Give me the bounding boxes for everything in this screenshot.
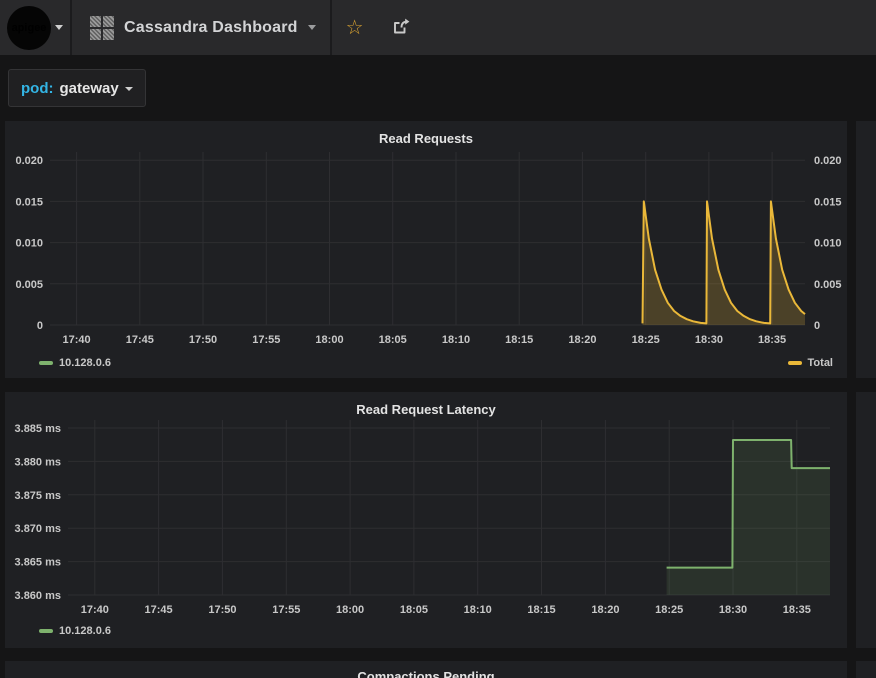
submenu-controls: pod: gateway [0,55,876,117]
chevron-down-icon [308,25,316,30]
svg-text:0: 0 [37,320,43,332]
apigee-logo-text-orange: api [12,22,28,34]
svg-text:18:05: 18:05 [400,604,428,616]
svg-text:18:20: 18:20 [591,604,619,616]
svg-text:18:25: 18:25 [632,334,660,346]
pod-variable-label: pod: [21,80,53,97]
share-icon [392,18,411,38]
navbar: apigee Cassandra Dashboard ☆ [0,0,876,55]
svg-text:0: 0 [814,320,820,332]
svg-text:3.880 ms: 3.880 ms [15,456,61,468]
legend-item[interactable]: 10.128.0.6 [39,357,111,369]
svg-text:17:40: 17:40 [63,334,91,346]
svg-text:0.005: 0.005 [15,279,43,291]
legend-label: Total [808,357,833,369]
svg-text:0.005: 0.005 [814,279,842,291]
chevron-down-icon [55,25,63,30]
svg-text:18:25: 18:25 [655,604,683,616]
star-icon: ☆ [346,18,364,38]
pod-variable-value: gateway [59,80,118,97]
panel-compactions-pending: Compactions Pending [5,661,847,678]
svg-text:18:35: 18:35 [758,334,786,346]
dashboard-title: Cassandra Dashboard [124,19,298,37]
panel-read-requests: Read Requests 17:4017:4517:5017:5518:001… [5,121,847,378]
svg-text:18:10: 18:10 [464,604,492,616]
dashboard-grid-icon [90,16,114,40]
svg-text:18:10: 18:10 [442,334,470,346]
svg-text:17:50: 17:50 [208,604,236,616]
svg-text:17:40: 17:40 [81,604,109,616]
legend-label: 10.128.0.6 [59,357,111,369]
svg-text:0.015: 0.015 [814,196,842,208]
panel-title[interactable]: Compactions Pending [5,661,847,678]
share-dashboard-button[interactable] [378,0,425,55]
svg-text:0.015: 0.015 [15,196,43,208]
adjacent-panel-edge [856,121,876,378]
svg-text:17:45: 17:45 [126,334,154,346]
svg-text:0.010: 0.010 [814,238,842,250]
svg-text:17:45: 17:45 [145,604,173,616]
svg-text:0.020: 0.020 [15,155,43,167]
pod-variable-dropdown[interactable]: pod: gateway [8,69,146,107]
svg-text:18:00: 18:00 [336,604,364,616]
dashboard-picker[interactable]: Cassandra Dashboard [72,0,330,55]
svg-text:0.020: 0.020 [814,155,842,167]
panel-title[interactable]: Read Requests [5,121,847,146]
svg-text:0.010: 0.010 [15,238,43,250]
svg-text:3.875 ms: 3.875 ms [15,490,61,502]
svg-text:17:50: 17:50 [189,334,217,346]
panel-read-request-latency: Read Request Latency 17:40 17:45 17:50 17:5… [5,392,847,648]
legend-item[interactable]: Total [788,357,833,369]
svg-text:18:20: 18:20 [568,334,596,346]
svg-text:3.870 ms: 3.870 ms [15,523,61,535]
svg-text:18:00: 18:00 [315,334,343,346]
svg-text:18:35: 18:35 [783,604,811,616]
favorite-star-button[interactable]: ☆ [332,0,378,55]
chevron-down-icon [125,87,133,91]
svg-text:3.860 ms: 3.860 ms [15,590,61,602]
org-menu[interactable]: apigee [0,0,70,55]
svg-text:18:30: 18:30 [719,604,747,616]
apigee-logo[interactable]: apigee [7,6,51,50]
svg-text:17:55: 17:55 [252,334,280,346]
legend-item[interactable]: 10.128.0.6 [39,625,111,637]
read-request-latency-chart[interactable]: 17:40 17:45 17:50 17:55 18:00 18:05 18:10 18:15… [5,392,847,648]
svg-text:18:05: 18:05 [379,334,407,346]
panel-title[interactable]: Read Request Latency [5,392,847,417]
svg-text:18:30: 18:30 [695,334,723,346]
grafana-dashboard-screen: apigee Cassandra Dashboard ☆ [0,0,876,678]
adjacent-panel-edge [856,661,876,678]
svg-text:3.865 ms: 3.865 ms [15,557,61,569]
svg-text:18:15: 18:15 [527,604,555,616]
svg-text:18:15: 18:15 [505,334,533,346]
adjacent-panel-edge [856,392,876,648]
svg-text:17:55: 17:55 [272,604,300,616]
apigee-logo-text-gray: gee [27,22,46,34]
svg-text:3.885 ms: 3.885 ms [15,423,61,435]
legend-label: 10.128.0.6 [59,625,111,637]
read-requests-chart[interactable]: 17:40 17:45 17:50 17:55 18:00 18:05 18:10 18:15… [5,121,847,378]
